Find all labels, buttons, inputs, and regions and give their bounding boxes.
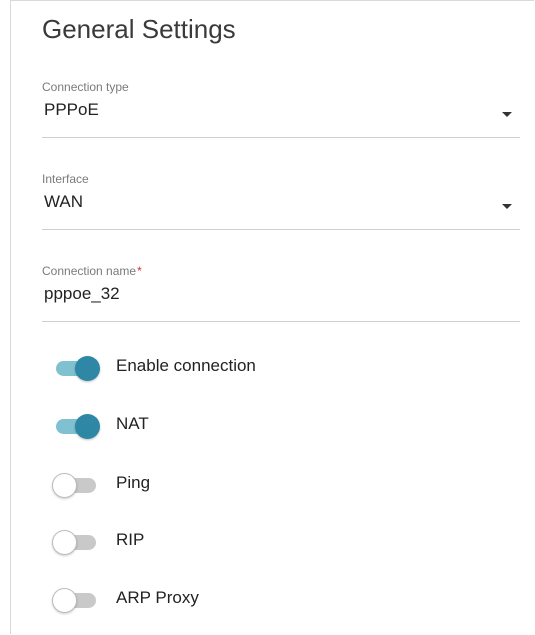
enable-connection-row: Enable connection (52, 352, 512, 382)
interface-label: Interface (42, 172, 89, 186)
nat-row: NAT (52, 410, 512, 440)
toggle-knob (52, 588, 77, 613)
arp-proxy-toggle[interactable] (52, 588, 100, 614)
toggle-knob (52, 530, 77, 555)
toggle-knob (75, 414, 100, 439)
ping-row: Ping (52, 469, 512, 499)
nat-toggle[interactable] (52, 414, 100, 440)
required-mark: * (137, 264, 142, 278)
connection-name-label-text: Connection name (42, 264, 137, 278)
connection-type-select[interactable]: Connection type PPPoE (42, 80, 520, 138)
interface-select[interactable]: Interface WAN (42, 172, 520, 230)
connection-type-label: Connection type (42, 80, 129, 94)
rip-toggle[interactable] (52, 530, 100, 556)
rip-label: RIP (116, 530, 145, 549)
connection-name-label: Connection name* (42, 264, 142, 278)
ping-label: Ping (116, 473, 151, 492)
chevron-down-icon (502, 204, 512, 209)
arp-proxy-row: ARP Proxy (52, 584, 512, 614)
enable-connection-toggle[interactable] (52, 356, 100, 382)
chevron-down-icon (502, 112, 512, 117)
connection-type-value: PPPoE (44, 100, 99, 119)
ping-toggle[interactable] (52, 473, 100, 499)
interface-value: WAN (44, 192, 84, 211)
toggle-knob (52, 473, 77, 498)
toggle-knob (75, 356, 100, 381)
arp-proxy-label: ARP Proxy (116, 588, 199, 607)
enable-connection-label: Enable connection (116, 356, 256, 375)
connection-name-field[interactable]: Connection name* pppoe_32 (42, 264, 520, 322)
connection-name-value: pppoe_32 (44, 284, 120, 303)
nat-label: NAT (116, 414, 149, 433)
page-title: General Settings (42, 14, 236, 44)
rip-row: RIP (52, 526, 512, 556)
